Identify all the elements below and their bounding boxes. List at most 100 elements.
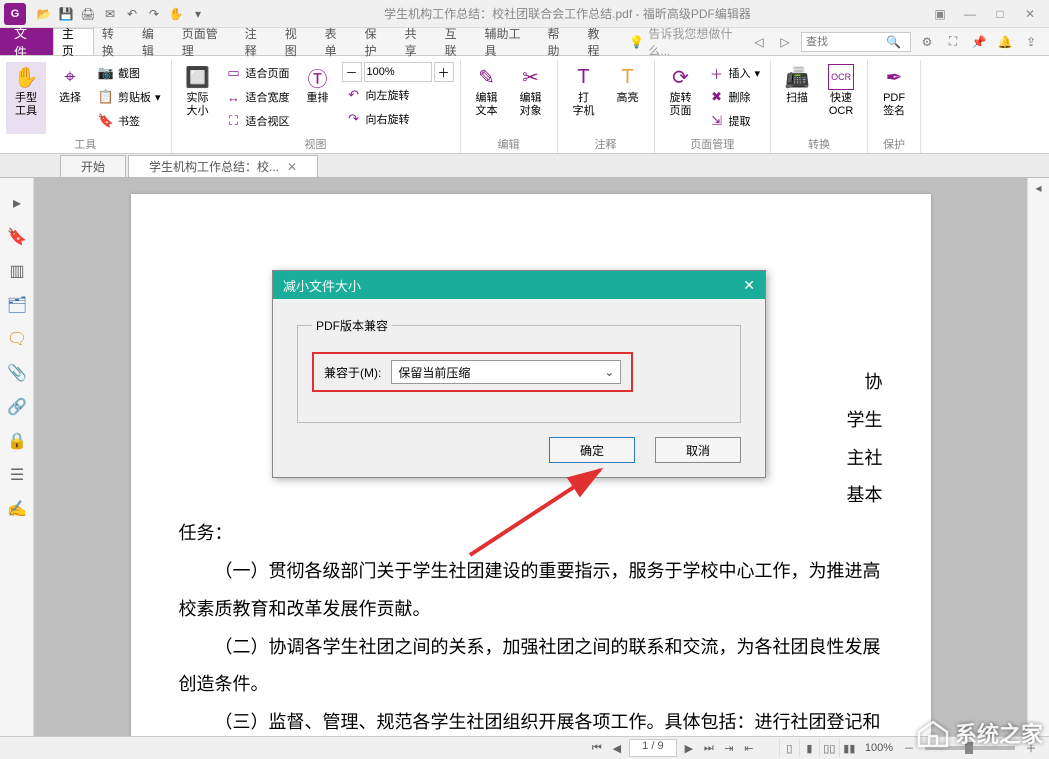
tab-help[interactable]: 帮助 bbox=[539, 28, 579, 55]
clipboard-button[interactable]: 📋剪贴板▾ bbox=[94, 86, 165, 108]
ribbon-collapse-icon[interactable]: ▣ bbox=[927, 4, 953, 24]
tab-view[interactable]: 视图 bbox=[277, 28, 317, 55]
two-continuous-view-icon[interactable]: ▮▮ bbox=[839, 739, 859, 757]
page-number-input[interactable]: 1 / 9 bbox=[629, 739, 677, 757]
rotate-right-button[interactable]: ↷向右旋转 bbox=[342, 108, 454, 130]
close-icon[interactable]: ✕ bbox=[1017, 4, 1043, 24]
fit-page-button[interactable]: ▭适合页面 bbox=[222, 62, 294, 84]
extract-page-button[interactable]: ⇲提取 bbox=[705, 110, 765, 132]
zoom-in-button[interactable]: ＋ bbox=[434, 62, 454, 82]
scan-button[interactable]: 📠 扫描 bbox=[777, 62, 817, 134]
zoom-out-button[interactable]: － bbox=[342, 62, 362, 82]
first-page-button[interactable]: ⏮ bbox=[587, 739, 607, 757]
signature-button[interactable]: ✒ PDF 签名 bbox=[874, 62, 914, 134]
ocr-button[interactable]: OCR 快速 OCR bbox=[821, 62, 861, 134]
fields-icon[interactable]: ☰ bbox=[0, 458, 34, 492]
file-tab[interactable]: 文件 bbox=[0, 28, 53, 55]
tab-protect[interactable]: 保护 bbox=[357, 28, 397, 55]
hand-tool-button[interactable]: ✋ 手型 工具 bbox=[6, 62, 46, 134]
highlight-button[interactable]: T 高亮 bbox=[608, 62, 648, 134]
ok-button[interactable]: 确定 bbox=[549, 437, 635, 463]
redo-icon[interactable]: ↷ bbox=[144, 4, 164, 24]
dialog-close-icon[interactable]: ✕ bbox=[743, 277, 755, 294]
layers-icon[interactable]: 🗂 bbox=[0, 288, 34, 322]
bookmarks-icon[interactable]: 🔖 bbox=[0, 220, 34, 254]
comments-icon[interactable]: 🗨 bbox=[0, 322, 34, 356]
tab-tutorial[interactable]: 教程 bbox=[579, 28, 619, 55]
rotate-page-button[interactable]: ⟳ 旋转 页面 bbox=[661, 62, 701, 134]
tab-form[interactable]: 表单 bbox=[317, 28, 357, 55]
tab-home[interactable]: 主页 bbox=[53, 28, 94, 55]
reflow-button[interactable]: Ⓣ 重排 bbox=[298, 62, 338, 134]
settings-icon[interactable]: ⚙ bbox=[917, 32, 937, 52]
tab-share[interactable]: 共享 bbox=[397, 28, 437, 55]
select-button[interactable]: ⌖ 选择 bbox=[50, 62, 90, 134]
nav-fwd-button[interactable]: ⇥ bbox=[719, 739, 739, 757]
edit-object-button[interactable]: ✂ 编辑 对象 bbox=[511, 62, 551, 134]
fit-view-button[interactable]: ⛶适合视区 bbox=[222, 110, 294, 132]
pages-icon[interactable]: ▥ bbox=[0, 254, 34, 288]
snapshot-button[interactable]: 📷截图 bbox=[94, 62, 165, 84]
nav-back-button[interactable]: ⇤ bbox=[739, 739, 759, 757]
nav-back-icon[interactable]: ◁ bbox=[749, 32, 769, 52]
zoom-value[interactable]: 100% bbox=[364, 62, 432, 82]
insert-page-button[interactable]: ＋插入▾ bbox=[705, 62, 765, 84]
chevron-down-icon: ▾ bbox=[755, 67, 761, 80]
doctab-close-icon[interactable]: ✕ bbox=[287, 160, 297, 174]
search-icon[interactable]: 🔍 bbox=[886, 35, 901, 49]
tab-convert[interactable]: 转换 bbox=[94, 28, 134, 55]
two-page-view-icon[interactable]: ▯▯ bbox=[819, 739, 839, 757]
page-para-1: （一）贯彻各级部门关于学生社团建设的重要指示，服务于学校中心工作，为推进高校素质… bbox=[179, 553, 883, 629]
fit-width-button[interactable]: ↔适合宽度 bbox=[222, 86, 294, 108]
pin-icon[interactable]: 📌 bbox=[969, 32, 989, 52]
continuous-view-icon[interactable]: ▮ bbox=[799, 739, 819, 757]
fit-page-icon: ▭ bbox=[226, 65, 242, 81]
search-input[interactable] bbox=[806, 36, 886, 48]
delete-page-button[interactable]: ✖删除 bbox=[705, 86, 765, 108]
bell-icon[interactable]: 🔔 bbox=[995, 32, 1015, 52]
security-icon[interactable]: 🔒 bbox=[0, 424, 34, 458]
extract-icon: ⇲ bbox=[709, 113, 725, 129]
qat-more-icon[interactable]: ▾ bbox=[188, 4, 208, 24]
minimize-icon[interactable]: — bbox=[957, 4, 983, 24]
share-icon[interactable]: ⇪ bbox=[1021, 32, 1041, 52]
rotate-left-button[interactable]: ↶向左旋转 bbox=[342, 84, 454, 106]
tab-connect[interactable]: 互联 bbox=[437, 28, 477, 55]
tab-accessibility[interactable]: 辅助工具 bbox=[477, 28, 540, 55]
compat-select[interactable]: 保留当前压缩 bbox=[391, 360, 621, 384]
typewriter-button[interactable]: T 打 字机 bbox=[564, 62, 604, 134]
open-icon[interactable]: 📂 bbox=[34, 4, 54, 24]
fullscreen-icon[interactable]: ⛶ bbox=[943, 32, 963, 52]
tab-edit[interactable]: 编辑 bbox=[134, 28, 174, 55]
next-page-button[interactable]: ▶ bbox=[679, 739, 699, 757]
last-page-button[interactable]: ⏭ bbox=[699, 739, 719, 757]
sign-icon[interactable]: ✍ bbox=[0, 492, 34, 526]
save-icon[interactable]: 💾 bbox=[56, 4, 76, 24]
cancel-button[interactable]: 取消 bbox=[655, 437, 741, 463]
nav-expand-icon[interactable]: ▸ bbox=[0, 186, 34, 220]
rotate-left-icon: ↶ bbox=[346, 87, 362, 103]
doctab-start[interactable]: 开始 bbox=[60, 155, 126, 177]
tab-page-manage[interactable]: 页面管理 bbox=[174, 28, 237, 55]
actual-size-button[interactable]: 🔲 实际 大小 bbox=[178, 62, 218, 134]
prev-page-button[interactable]: ◀ bbox=[607, 739, 627, 757]
doctab-file[interactable]: 学生机构工作总结：校... ✕ bbox=[128, 155, 318, 177]
maximize-icon[interactable]: □ bbox=[987, 4, 1013, 24]
print-icon[interactable]: 🖨 bbox=[78, 4, 98, 24]
tell-me[interactable]: 💡 告诉我您想做什么... bbox=[629, 28, 749, 55]
mail-icon[interactable]: ✉ bbox=[100, 4, 120, 24]
links-icon[interactable]: 🔗 bbox=[0, 390, 34, 424]
page-text: 主社 bbox=[847, 448, 883, 468]
single-page-view-icon[interactable]: ▯ bbox=[779, 739, 799, 757]
tab-comment[interactable]: 注释 bbox=[237, 28, 277, 55]
right-strip-arrow-icon[interactable]: ◂ bbox=[1028, 178, 1049, 198]
hand-icon[interactable]: ✋ bbox=[166, 4, 186, 24]
bookmark-button[interactable]: 🔖书签 bbox=[94, 110, 165, 132]
zoom-control: － 100% ＋ bbox=[342, 62, 454, 82]
nav-fwd-icon[interactable]: ▷ bbox=[775, 32, 795, 52]
attachments-icon[interactable]: 📎 bbox=[0, 356, 34, 390]
search-box[interactable]: 🔍 bbox=[801, 32, 911, 52]
edit-text-button[interactable]: ✎ 编辑 文本 bbox=[467, 62, 507, 134]
undo-icon[interactable]: ↶ bbox=[122, 4, 142, 24]
reflow-icon: Ⓣ bbox=[305, 64, 331, 90]
